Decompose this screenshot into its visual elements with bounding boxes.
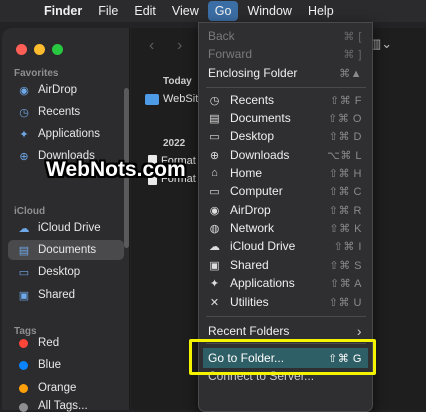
document-icon: ▤ xyxy=(18,244,30,257)
utilities-icon: ✕ xyxy=(209,296,220,309)
network-icon: ◍ xyxy=(209,222,220,235)
group-header-today: Today xyxy=(163,76,192,87)
menu-finder[interactable]: Finder xyxy=(44,4,82,18)
menu-item-computer[interactable]: ▭ Computer ⇧⌘ C xyxy=(203,182,368,200)
highlight-box xyxy=(189,339,376,375)
icloud-section-title: iCloud xyxy=(14,206,46,217)
menu-item-utilities[interactable]: ✕ Utilities ⇧⌘ U xyxy=(203,293,368,311)
desktop-icon: ▭ xyxy=(209,130,220,143)
menu-edit[interactable]: Edit xyxy=(134,4,156,18)
close-window-button[interactable] xyxy=(16,44,27,55)
shared-folder-icon: ▣ xyxy=(18,289,30,302)
menu-item-network[interactable]: ◍ Network ⇧⌘ K xyxy=(203,219,368,237)
menu-view[interactable]: View xyxy=(172,4,199,18)
minimize-window-button[interactable] xyxy=(34,44,45,55)
red-tag-dot xyxy=(19,338,28,348)
chevron-right-icon: › xyxy=(356,323,362,339)
shared-folder-icon: ▣ xyxy=(209,259,220,272)
zoom-window-button[interactable] xyxy=(52,44,63,55)
menu-window[interactable]: Window xyxy=(247,4,291,18)
menu-separator xyxy=(206,87,366,88)
all-tags-dot xyxy=(19,403,28,412)
back-arrow-icon[interactable]: ‹ xyxy=(149,37,154,55)
sidebar-item-airdrop[interactable]: ◉ AirDrop xyxy=(8,80,124,100)
computer-icon: ▭ xyxy=(209,185,220,198)
sidebar-tag-red[interactable]: Red xyxy=(8,333,124,353)
watermark: WebNots.com xyxy=(46,158,186,181)
cloud-icon: ☁ xyxy=(209,240,220,253)
menu-bar: Finder File Edit View Go Window Help xyxy=(0,0,426,22)
menu-item-icloud-drive[interactable]: ☁ iCloud Drive ⇧⌘ I xyxy=(203,237,368,255)
desktop-icon: ▭ xyxy=(18,266,30,279)
clock-icon: ◷ xyxy=(209,94,220,107)
sidebar-item-desktop[interactable]: ▭ Desktop xyxy=(8,262,124,282)
sidebar-item-shared[interactable]: ▣ Shared xyxy=(8,285,124,305)
clock-icon: ◷ xyxy=(19,106,29,119)
orange-tag-dot xyxy=(19,383,28,393)
menu-item-home[interactable]: ⌂ Home ⇧⌘ H xyxy=(203,164,368,182)
applications-icon: ✦ xyxy=(19,128,29,141)
airdrop-icon: ◉ xyxy=(19,84,29,97)
home-icon: ⌂ xyxy=(211,167,218,179)
sidebar-item-documents[interactable]: ▤ Documents xyxy=(8,240,124,260)
menu-go[interactable]: Go xyxy=(207,1,239,21)
sidebar-item-recents[interactable]: ◷ Recents xyxy=(8,102,124,122)
cloud-icon: ☁ xyxy=(18,222,30,235)
file-row[interactable]: WebSit xyxy=(145,90,198,108)
sidebar-tag-blue[interactable]: Blue xyxy=(8,355,124,375)
blue-tag-dot xyxy=(19,360,28,370)
sidebar-item-icloud-drive[interactable]: ☁ iCloud Drive xyxy=(8,218,124,238)
menu-separator xyxy=(206,316,366,317)
menu-item-documents[interactable]: ▤ Documents ⇧⌘ O xyxy=(203,109,368,127)
menu-item-downloads[interactable]: ⊕ Downloads ⌥⌘ L xyxy=(203,146,368,164)
sidebar-tag-orange[interactable]: Orange xyxy=(8,378,124,398)
sidebar: Favorites ◉ AirDrop ◷ Recents ✦ Application… xyxy=(2,28,130,412)
download-icon: ⊕ xyxy=(19,150,29,163)
menu-item-back[interactable]: Back ⌘ [ xyxy=(203,27,368,45)
menu-file[interactable]: File xyxy=(98,4,118,18)
menu-item-enclosing-folder[interactable]: Enclosing Folder ⌘▲ xyxy=(203,64,368,82)
forward-arrow-icon[interactable]: › xyxy=(177,37,182,55)
menu-item-airdrop[interactable]: ◉ AirDrop ⇧⌘ R xyxy=(203,201,368,219)
airdrop-icon: ◉ xyxy=(209,204,220,217)
sidebar-tag-all[interactable]: All Tags... xyxy=(8,400,124,412)
folder-icon xyxy=(145,93,159,105)
document-icon: ▤ xyxy=(209,112,220,125)
menu-item-applications[interactable]: ✦ Applications ⇧⌘ A xyxy=(203,274,368,292)
menu-item-recents[interactable]: ◷ Recents ⇧⌘ F xyxy=(203,91,368,109)
group-header-2022: 2022 xyxy=(163,138,186,149)
download-icon: ⊕ xyxy=(209,149,220,162)
menu-item-shared[interactable]: ▣ Shared ⇧⌘ S xyxy=(203,256,368,274)
favorites-section-title: Favorites xyxy=(14,68,59,79)
menu-item-forward[interactable]: Forward ⌘ ] xyxy=(203,45,368,63)
applications-icon: ✦ xyxy=(209,277,220,290)
menu-item-desktop[interactable]: ▭ Desktop ⇧⌘ D xyxy=(203,127,368,145)
sidebar-item-applications[interactable]: ✦ Applications xyxy=(8,124,124,144)
menu-item-recent-folders[interactable]: Recent Folders › xyxy=(203,322,368,340)
menu-help[interactable]: Help xyxy=(308,4,334,18)
